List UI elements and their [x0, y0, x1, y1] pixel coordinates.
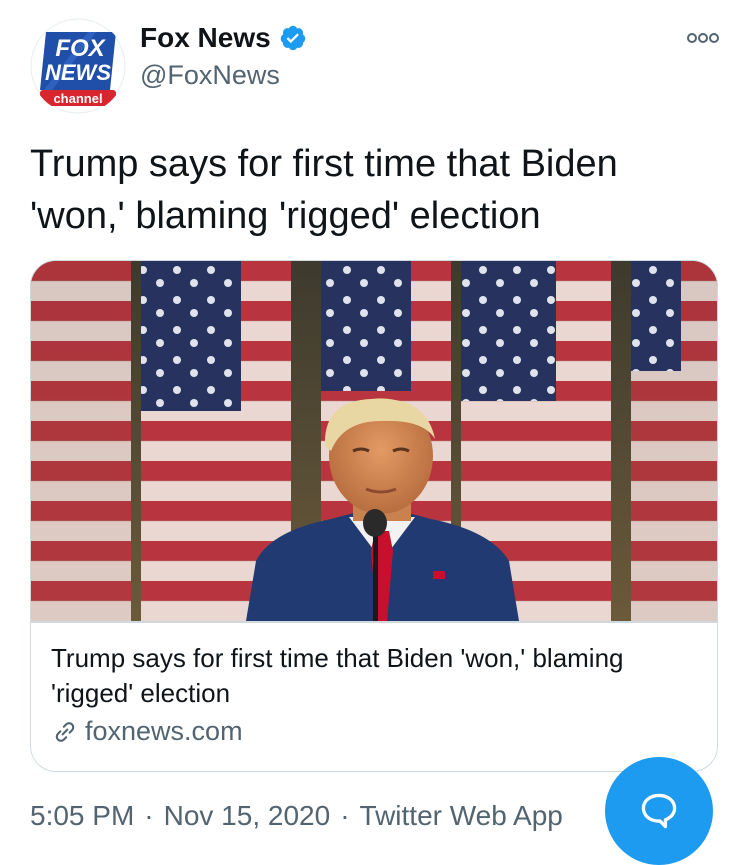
logo-text-news: NEWS — [45, 60, 111, 85]
tweet-time[interactable]: 5:05 PM — [30, 800, 134, 832]
verified-badge-icon — [279, 24, 307, 52]
tweet-source[interactable]: Twitter Web App — [360, 800, 563, 832]
tweet-date[interactable]: Nov 15, 2020 — [164, 800, 331, 832]
more-options-button[interactable] — [683, 26, 723, 50]
card-title[interactable]: Trump says for first time that Biden 'wo… — [51, 641, 701, 711]
more-horizontal-icon — [687, 33, 719, 43]
tweet-meta: 5:05 PM · Nov 15, 2020 · Twitter Web App — [30, 800, 563, 832]
account-handle[interactable]: @FoxNews — [140, 60, 280, 91]
display-name[interactable]: Fox News — [140, 22, 271, 54]
card-domain-row[interactable]: foxnews.com — [51, 716, 243, 747]
link-icon — [51, 718, 79, 746]
photo-trump-at-podium-with-flags — [31, 261, 717, 621]
compose-reply-button[interactable] — [605, 757, 713, 865]
meta-separator: · — [144, 800, 154, 831]
card-image[interactable] — [31, 261, 717, 621]
card-divider — [31, 621, 717, 623]
fox-news-logo: FOX NEWS channel — [30, 18, 126, 114]
tweet-text: Trump says for first time that Biden 'wo… — [30, 143, 618, 237]
account-name-row[interactable]: Fox News — [140, 22, 307, 54]
meta-separator: · — [340, 800, 350, 831]
link-card[interactable]: Trump says for first time that Biden 'wo… — [30, 260, 718, 772]
logo-text-fox: FOX — [55, 35, 106, 62]
speech-bubble-icon — [641, 793, 677, 829]
card-domain: foxnews.com — [85, 716, 243, 746]
logo-text-channel: channel — [53, 91, 102, 106]
avatar[interactable]: FOX NEWS channel — [30, 18, 126, 114]
